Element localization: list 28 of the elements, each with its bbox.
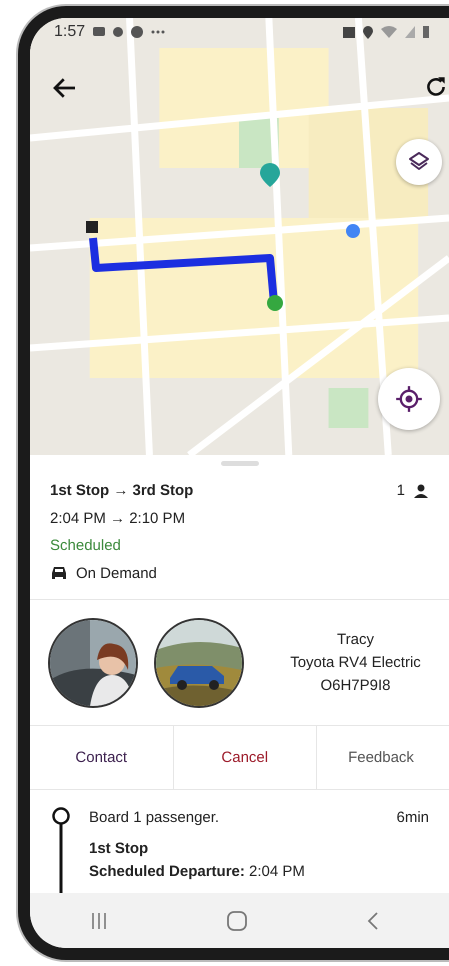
clock: 1:57: [54, 23, 86, 41]
home-icon: [226, 910, 248, 932]
place-pin-icon: [260, 163, 280, 187]
battery-icon: [423, 26, 429, 38]
wifi-icon: [381, 26, 397, 38]
service-type: On Demand: [76, 564, 157, 582]
vehicle-model: Toyota RV4 Electric: [290, 653, 421, 673]
location-icon: [363, 26, 373, 38]
license-plate: O6H7P9I8: [320, 676, 391, 696]
back-nav-button[interactable]: [366, 910, 380, 932]
driver-name: Tracy: [337, 630, 374, 650]
trip-status: Scheduled: [50, 537, 121, 554]
passenger-count: 1: [396, 482, 405, 500]
location-dot: [346, 224, 360, 238]
more-icon: [151, 30, 166, 34]
drag-handle[interactable]: [220, 461, 258, 466]
signal-icon: [405, 26, 415, 38]
departure-time: Scheduled Departure: 2:04 PM: [89, 862, 306, 882]
person-icon: [413, 484, 429, 498]
car-icon: [50, 565, 68, 582]
stop-duration: 6min: [396, 808, 429, 828]
trip-times: 2:04 PM → 2:10 PM: [50, 510, 186, 527]
trip-title: 1st Stop → 3rd Stop: [50, 482, 194, 500]
chevron-left-icon: [366, 910, 380, 932]
crosshair-icon: [395, 385, 423, 413]
home-button[interactable]: [226, 910, 248, 932]
stop-note: Board 1 passenger.: [89, 808, 220, 828]
stop-name: 1st Stop: [89, 839, 150, 859]
